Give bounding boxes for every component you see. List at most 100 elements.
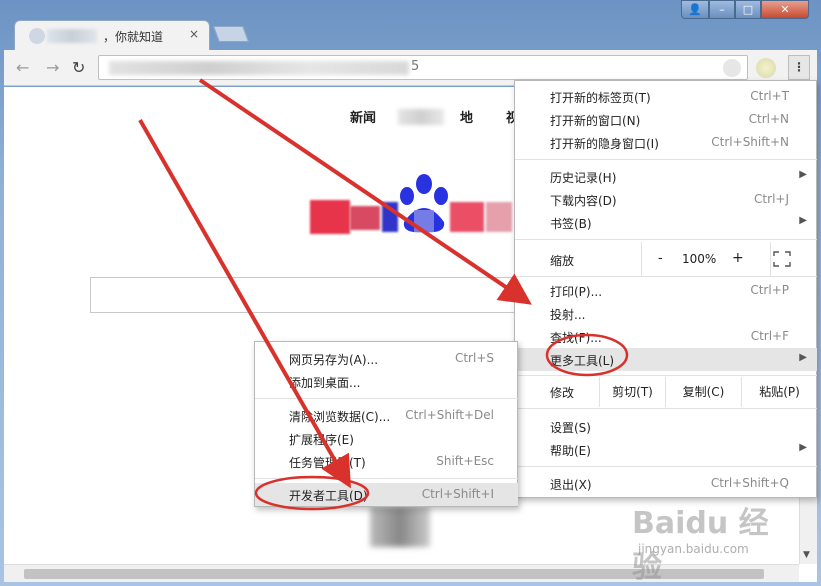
reload-icon[interactable]: ↻ — [72, 58, 85, 77]
menu-separator — [515, 239, 817, 240]
zoom-in-button[interactable]: + — [732, 250, 744, 266]
menu-item-find[interactable]: 查找(F)... Ctrl+F — [515, 325, 817, 348]
paw-icon — [400, 174, 448, 233]
submenu-item-add-to-desktop[interactable]: 添加到桌面... — [255, 370, 518, 393]
baidu-jingyan-watermark: Baidu 经验 jingyan.baidu.com — [632, 498, 782, 585]
menu-item-label: 查找(F)... — [550, 331, 602, 345]
submenu-item-shortcut: Ctrl+Shift+Del — [405, 408, 494, 422]
menu-item-shortcut: Ctrl+F — [750, 329, 789, 343]
maximize-button[interactable]: □ — [735, 0, 761, 19]
menu-item-label: 打开新的窗口(N) — [550, 114, 641, 128]
user-icon[interactable]: 👤 — [681, 0, 709, 19]
back-icon[interactable]: ← — [16, 58, 29, 77]
menu-separator — [515, 276, 817, 277]
submenu-item-label: 清除浏览数据(C)... — [289, 410, 391, 424]
image-redacted — [370, 507, 430, 547]
menu-item-print[interactable]: 打印(P)... Ctrl+P — [515, 279, 817, 302]
menu-item-label: 打印(P)... — [550, 285, 603, 299]
menu-item-more-tools[interactable]: 更多工具(L) ▶ — [515, 348, 817, 371]
menu-item-shortcut: Ctrl+N — [748, 112, 789, 126]
submenu-item-extensions[interactable]: 扩展程序(E) — [255, 427, 518, 450]
submenu-item-developer-tools[interactable]: 开发者工具(D) Ctrl+Shift+I — [255, 483, 518, 506]
menu-item-shortcut: Ctrl+T — [750, 89, 789, 103]
tab-active[interactable]: ，你就知道 × — [14, 20, 210, 50]
menu-item-new-tab[interactable]: 打开新的标签页(T) Ctrl+T — [515, 85, 817, 108]
scroll-down-icon[interactable]: ▼ — [803, 550, 810, 560]
menu-item-new-window[interactable]: 打开新的窗口(N) Ctrl+N — [515, 108, 817, 131]
copy-button[interactable]: 复制(C) — [665, 377, 741, 407]
chrome-menu-button[interactable]: ⋮ — [788, 55, 810, 80]
menu-item-cast[interactable]: 投射... — [515, 302, 817, 325]
submenu-item-label: 开发者工具(D) — [289, 489, 368, 503]
menu-item-label: 历史记录(H) — [550, 171, 617, 185]
bookmark-star-icon[interactable] — [723, 59, 741, 77]
submenu-item-label: 扩展程序(E) — [289, 433, 354, 447]
submenu-arrow-icon: ▶ — [799, 169, 807, 180]
submenu-arrow-icon: ▶ — [799, 215, 807, 226]
new-tab-button[interactable] — [213, 26, 249, 42]
favicon-icon — [29, 28, 45, 44]
menu-item-label: 投射... — [550, 308, 586, 322]
submenu-item-shortcut: Ctrl+Shift+I — [421, 487, 494, 501]
submenu-arrow-icon: ▶ — [799, 352, 807, 363]
menu-item-settings[interactable]: 设置(S) — [515, 415, 817, 438]
zoom-out-button[interactable]: - — [658, 251, 663, 266]
menu-item-history[interactable]: 历史记录(H) ▶ — [515, 165, 817, 188]
zoom-control: - 100% + — [641, 242, 771, 276]
menu-item-downloads[interactable]: 下载内容(D) Ctrl+J — [515, 188, 817, 211]
submenu-item-task-manager[interactable]: 任务管理器(T) Shift+Esc — [255, 450, 518, 473]
menu-item-incognito[interactable]: 打开新的隐身窗口(I) Ctrl+Shift+N — [515, 131, 817, 154]
menu-separator — [515, 375, 817, 376]
menu-separator — [255, 478, 518, 479]
menu-separator — [515, 408, 817, 409]
title-bar: ，你就知道 × 👤 – □ ✕ — [0, 0, 821, 50]
minimize-button[interactable]: – — [709, 0, 735, 19]
more-tools-submenu: 网页另存为(A)... Ctrl+S 添加到桌面... 清除浏览数据(C)...… — [254, 341, 518, 507]
menu-item-label: 下载内容(D) — [550, 194, 617, 208]
menu-item-label: 退出(X) — [550, 478, 592, 492]
submenu-item-save-page[interactable]: 网页另存为(A)... Ctrl+S — [255, 347, 518, 370]
zoom-level: 100% — [682, 252, 717, 266]
submenu-item-label: 网页另存为(A)... — [289, 353, 379, 367]
submenu-item-label: 任务管理器(T) — [289, 456, 366, 470]
chrome-main-menu: 打开新的标签页(T) Ctrl+T 打开新的窗口(N) Ctrl+N 打开新的隐… — [514, 80, 817, 498]
zoom-label: 缩放 — [550, 254, 575, 268]
menu-item-shortcut: Ctrl+P — [750, 283, 789, 297]
menu-item-exit[interactable]: 退出(X) Ctrl+Shift+Q — [515, 472, 817, 495]
menu-item-label: 打开新的标签页(T) — [550, 91, 651, 105]
tab-title-redacted — [47, 29, 97, 43]
address-bar[interactable]: 5 — [98, 55, 748, 80]
close-button[interactable]: ✕ — [761, 0, 809, 19]
submenu-item-shortcut: Ctrl+S — [454, 351, 494, 365]
url-text: 5 — [411, 59, 420, 74]
menu-separator — [515, 159, 817, 160]
forward-icon[interactable]: → — [46, 58, 59, 77]
watermark-url: jingyan.baidu.com — [638, 542, 749, 556]
url-redacted — [109, 61, 409, 75]
fullscreen-icon[interactable] — [773, 251, 791, 267]
menu-item-shortcut: Ctrl+Shift+N — [711, 135, 789, 149]
paste-button[interactable]: 粘贴(P) — [741, 377, 817, 407]
menu-item-bookmarks[interactable]: 书签(B) ▶ — [515, 211, 817, 234]
tab-title: ，你就知道 — [103, 30, 164, 44]
baidu-logo — [304, 172, 524, 242]
tab-close-icon[interactable]: × — [189, 27, 199, 41]
submenu-arrow-icon: ▶ — [799, 442, 807, 453]
menu-item-label: 书签(B) — [550, 217, 592, 231]
extension-icon[interactable] — [756, 58, 776, 78]
menu-item-help[interactable]: 帮助(E) ▶ — [515, 438, 817, 461]
submenu-item-clear-data[interactable]: 清除浏览数据(C)... Ctrl+Shift+Del — [255, 404, 518, 427]
cut-button[interactable]: 剪切(T) — [599, 377, 665, 407]
nav-link-news[interactable]: 新闻 — [350, 107, 376, 126]
menu-item-shortcut: Ctrl+Shift+Q — [710, 476, 789, 490]
menu-separator — [515, 466, 817, 467]
submenu-item-shortcut: Shift+Esc — [436, 454, 494, 468]
menu-item-label: 更多工具(L) — [550, 354, 615, 368]
search-input[interactable] — [90, 277, 520, 313]
zoom-row: 缩放 - 100% + — [515, 242, 817, 276]
menu-item-shortcut: Ctrl+J — [754, 192, 789, 206]
window-controls: 👤 – □ ✕ — [681, 0, 809, 20]
submenu-item-label: 添加到桌面... — [289, 376, 361, 390]
menu-item-label: 打开新的隐身窗口(I) — [550, 137, 659, 151]
nav-link-map[interactable]: 地 — [460, 107, 473, 126]
